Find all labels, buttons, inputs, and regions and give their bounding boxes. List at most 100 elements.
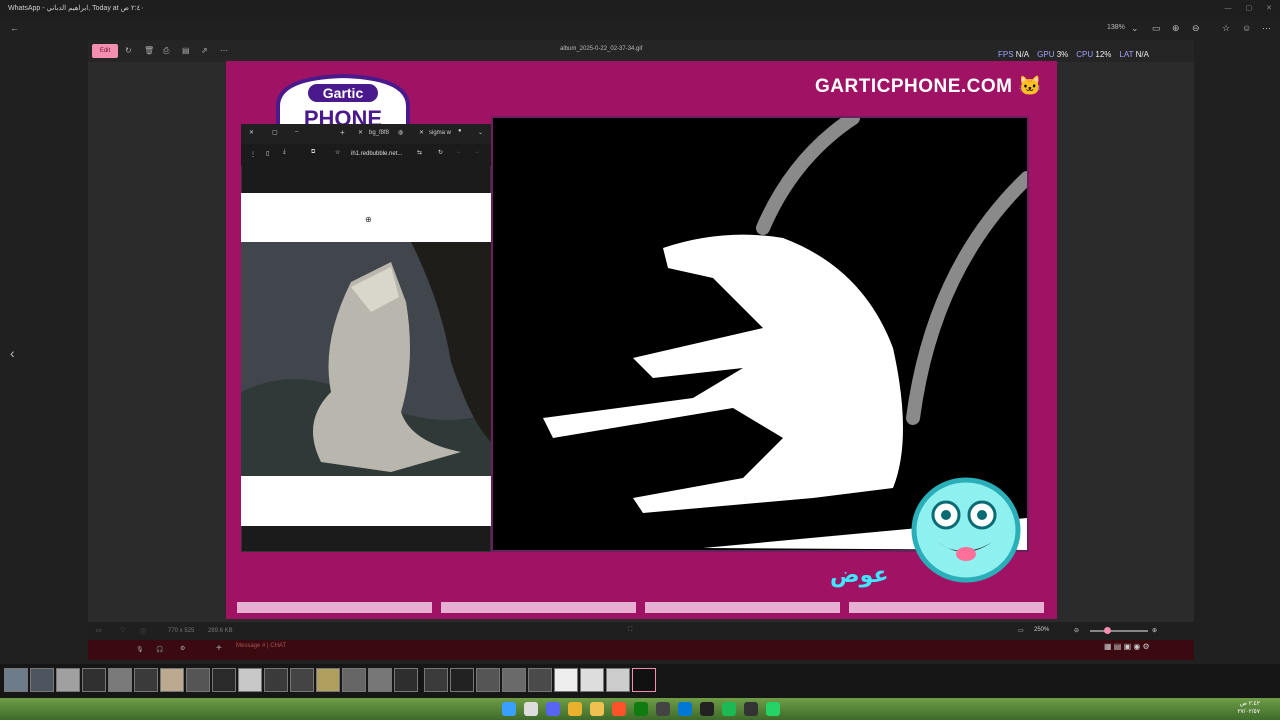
window-thumbnail[interactable] [212, 668, 236, 692]
spotify-icon[interactable] [722, 702, 736, 716]
window-thumbnail[interactable] [424, 668, 448, 692]
viewer-topbar [0, 18, 1280, 38]
start-icon[interactable] [502, 702, 516, 716]
discord-icon[interactable] [546, 702, 560, 716]
close-icon[interactable]: ✕ [249, 129, 254, 136]
restore-icon[interactable]: ▢ [272, 129, 278, 136]
progress-segment-2 [441, 602, 636, 613]
fit-icon[interactable]: ▭ [1018, 627, 1024, 634]
window-thumbnail[interactable] [290, 668, 314, 692]
tune-icon[interactable]: ⇆ [417, 149, 422, 156]
back-icon[interactable]: ← [456, 149, 462, 155]
xbox-icon[interactable] [634, 702, 648, 716]
steam-icon[interactable] [700, 702, 714, 716]
photos-icon[interactable] [678, 702, 692, 716]
window-thumbnail[interactable] [316, 668, 340, 692]
url-bar[interactable]: ih1.redbubble.net... [351, 151, 402, 157]
tab-1[interactable]: bg_f8f8 [369, 130, 389, 136]
window-thumbnail[interactable] [82, 668, 106, 692]
download-icon[interactable]: ⤓ [283, 149, 286, 156]
info-icon[interactable]: ⓘ [140, 627, 146, 636]
filmstrip-icon[interactable]: ▭ [96, 627, 102, 634]
whatsapp-icon[interactable] [766, 702, 780, 716]
arrow-left-icon[interactable]: ← [10, 18, 19, 38]
zoom-slider-thumb[interactable] [1104, 627, 1111, 634]
tablet-icon[interactable]: ▯ [266, 150, 269, 157]
save-icon[interactable]: ▤ [182, 44, 190, 58]
zoom-slider[interactable] [1090, 630, 1148, 632]
chevron-down-icon[interactable]: ⌄ [478, 129, 483, 136]
window-thumbnail[interactable] [160, 668, 184, 692]
window-thumbnail[interactable] [450, 668, 474, 692]
window-thumbnail[interactable] [580, 668, 604, 692]
wolf-image [241, 242, 491, 476]
folder-icon[interactable] [590, 702, 604, 716]
add-icon[interactable]: + [216, 643, 222, 654]
window-thumbnail[interactable] [4, 668, 28, 692]
forward-icon[interactable]: → [474, 149, 480, 155]
clock[interactable]: ٢:٤٢ ص ٢٧/٠٢/٥٧ [1237, 700, 1260, 716]
new-tab-icon[interactable]: + [340, 128, 345, 137]
tab-close-icon[interactable]: ✕ [419, 129, 424, 136]
zoom-out-icon[interactable]: ⊖ [1192, 18, 1200, 38]
fullscreen-icon[interactable]: ⛶ [628, 627, 632, 634]
extensions-icon[interactable]: ⧉ [311, 149, 315, 156]
reload-icon[interactable]: ↻ [438, 149, 443, 156]
close-button[interactable]: ✕ [1266, 0, 1272, 18]
window-thumbnail-active[interactable] [632, 668, 656, 692]
window-thumbnail[interactable] [502, 668, 526, 692]
chevron-down-icon[interactable]: ⌄ [1131, 18, 1139, 38]
message-input[interactable]: Message # | CHAT [236, 643, 286, 649]
grid-icon[interactable]: ▦ ▤ ▣ ◉ ⚙ [1104, 642, 1150, 651]
file-size: 289.6 KB [208, 628, 233, 634]
window-thumbnail[interactable] [554, 668, 578, 692]
more-icon[interactable]: ⋯ [220, 44, 228, 58]
tab-close-icon[interactable]: ✕ [358, 129, 363, 136]
zoom-in-icon[interactable]: ⊕ [1172, 18, 1180, 38]
edit-button[interactable]: Edit [92, 44, 118, 58]
delete-icon[interactable]: 🗑 [144, 44, 154, 58]
gear-icon[interactable]: ⚙ [180, 645, 185, 652]
print-icon[interactable]: ⎙ [163, 44, 169, 58]
window-thumbnail[interactable] [476, 668, 500, 692]
rotate-icon[interactable]: ↻ [125, 44, 132, 58]
window-thumbnail[interactable] [528, 668, 552, 692]
maximize-button[interactable]: ▢ [1246, 0, 1253, 18]
window-thumbnail[interactable] [30, 668, 54, 692]
menu-icon[interactable]: ⋮ [250, 151, 256, 158]
calculator-icon[interactable] [656, 702, 670, 716]
headset-icon[interactable]: 🎧 [156, 646, 163, 653]
window-thumbnail[interactable] [238, 668, 262, 692]
settings-icon[interactable] [744, 702, 758, 716]
file-name: album_2025-0-22_02-37-34.gif [560, 46, 643, 52]
window-thumbnail[interactable] [368, 668, 392, 692]
zoom-percent[interactable]: 138% [1107, 18, 1125, 38]
window-thumbnail[interactable] [108, 668, 132, 692]
minimize-button[interactable]: — [1225, 0, 1232, 18]
gartic-logo: Gartic PHONE [276, 73, 410, 130]
star-icon[interactable]: ☆ [335, 149, 340, 156]
window-thumbnail[interactable] [394, 668, 418, 692]
window-thumbnail[interactable] [56, 668, 80, 692]
brave-icon[interactable] [612, 702, 626, 716]
window-thumbnail[interactable] [606, 668, 630, 692]
window-thumbnail[interactable] [134, 668, 158, 692]
previous-image-button[interactable]: ‹ [10, 345, 15, 361]
chrome-icon[interactable] [568, 702, 582, 716]
window-thumbnail[interactable] [342, 668, 366, 692]
mic-icon[interactable]: 🎙 [136, 646, 144, 653]
more-icon[interactable]: ⋯ [1262, 18, 1271, 38]
fit-icon[interactable]: ▭ [1152, 18, 1161, 38]
tab-2[interactable]: sigma w [429, 130, 451, 136]
search-icon[interactable] [524, 702, 538, 716]
popup-navbar: ⋮ ▯ ⤓ ⧉ ☆ ih1.redbubble.net... ⇆ ↻ ← → [241, 144, 491, 166]
zoom-in-icon[interactable]: ⊕ [1152, 627, 1157, 634]
window-thumbnail[interactable] [186, 668, 210, 692]
favorite-icon[interactable]: ☆ [1222, 18, 1230, 38]
zoom-out-icon[interactable]: ⊖ [1074, 627, 1079, 634]
favorite-icon[interactable]: ♡ [120, 627, 125, 634]
minimize-icon[interactable]: – [295, 129, 298, 135]
window-thumbnail[interactable] [264, 668, 288, 692]
emoji-icon[interactable]: ☺ [1242, 18, 1251, 38]
share-icon[interactable]: ⇗ [201, 44, 208, 58]
